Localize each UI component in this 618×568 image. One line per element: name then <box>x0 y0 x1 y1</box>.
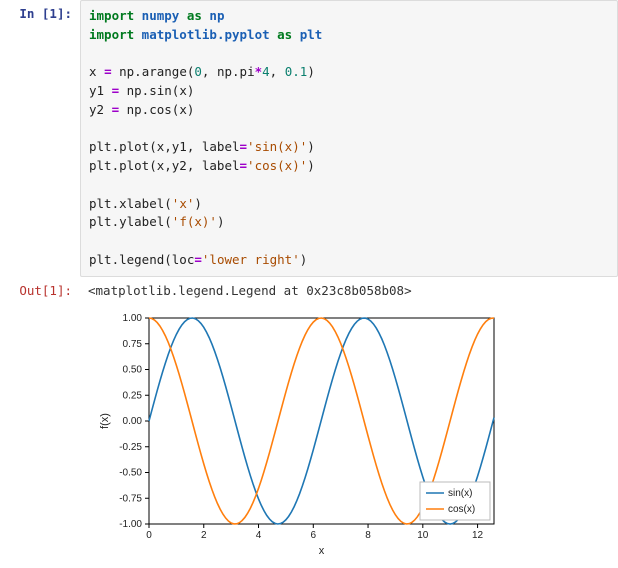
code-token: = <box>194 252 202 267</box>
svg-text:6: 6 <box>311 530 317 541</box>
code-token: as <box>187 8 202 23</box>
code-token: plt.plot(x,y2, label <box>89 158 240 173</box>
svg-text:0.00: 0.00 <box>123 416 143 427</box>
code-token: ) <box>300 252 308 267</box>
code-token: y2 <box>89 102 112 117</box>
code-editor[interactable]: import numpy as np import matplotlib.pyp… <box>80 0 618 277</box>
code-token: ) <box>307 139 315 154</box>
code-token: plt <box>292 27 322 42</box>
code-token: plt.legend(loc <box>89 252 194 267</box>
svg-text:-0.50: -0.50 <box>119 467 142 478</box>
code-token: ) <box>307 64 315 79</box>
code-token: 'sin(x)' <box>247 139 307 154</box>
code-token: = <box>104 64 112 79</box>
code-token: np.arange( <box>112 64 195 79</box>
code-token: 'x' <box>172 196 195 211</box>
svg-text:0.75: 0.75 <box>123 338 143 349</box>
plot-holder: 0 2 4 6 8 10 12 -1.00 -0.75 -0.50 -0.25 0.00 0.25 0.5… <box>80 304 618 568</box>
svg-text:0: 0 <box>146 530 152 541</box>
svg-text:f(x): f(x) <box>99 413 111 429</box>
code-token: = <box>112 102 120 117</box>
output-prompt: Out[1]: <box>0 277 80 304</box>
legend-entry: sin(x) <box>448 488 472 499</box>
output-text: <matplotlib.legend.Legend at 0x23c8b058b… <box>80 277 618 304</box>
code-token: 'cos(x)' <box>247 158 307 173</box>
code-token: , <box>270 64 285 79</box>
code-token: = <box>240 158 248 173</box>
input-cell: In [1]: import numpy as np import matplo… <box>0 0 618 277</box>
code-token: 4 <box>262 64 270 79</box>
svg-text:2: 2 <box>201 530 207 541</box>
code-token: ) <box>307 158 315 173</box>
legend-entry: cos(x) <box>448 504 475 515</box>
code-token: , np.pi <box>202 64 255 79</box>
code-token: import <box>89 8 134 23</box>
code-token: ) <box>217 214 225 229</box>
output-cell: Out[1]: <matplotlib.legend.Legend at 0x2… <box>0 277 618 304</box>
code-token: plt.plot(x,y1, label <box>89 139 240 154</box>
code-token: np.sin(x) <box>119 83 194 98</box>
code-token: import <box>89 27 134 42</box>
svg-text:x: x <box>319 545 325 557</box>
svg-text:12: 12 <box>472 530 484 541</box>
code-token: numpy <box>134 8 187 23</box>
code-token: matplotlib.pyplot <box>134 27 277 42</box>
svg-text:-0.75: -0.75 <box>119 493 142 504</box>
svg-text:10: 10 <box>417 530 429 541</box>
svg-text:-0.25: -0.25 <box>119 441 142 452</box>
code-token: np <box>202 8 225 23</box>
code-token: 'f(x)' <box>172 214 217 229</box>
svg-text:1.00: 1.00 <box>123 313 143 324</box>
code-token: as <box>277 27 292 42</box>
code-token: 0 <box>194 64 202 79</box>
code-token: = <box>112 83 120 98</box>
plot-gutter <box>0 304 80 568</box>
svg-text:4: 4 <box>256 530 262 541</box>
code-token: = <box>240 139 248 154</box>
code-token: y1 <box>89 83 112 98</box>
line-chart: 0 2 4 6 8 10 12 -1.00 -0.75 -0.50 -0.25 0.00 0.25 0.5… <box>94 308 504 558</box>
code-token: x <box>89 64 104 79</box>
code-token: plt.ylabel( <box>89 214 172 229</box>
plot-output: 0 2 4 6 8 10 12 -1.00 -0.75 -0.50 -0.25 0.00 0.25 0.5… <box>0 304 618 568</box>
svg-text:-1.00: -1.00 <box>119 519 142 530</box>
code-token: 0.1 <box>285 64 308 79</box>
svg-text:8: 8 <box>365 530 371 541</box>
code-token: ) <box>194 196 202 211</box>
code-token: plt.xlabel( <box>89 196 172 211</box>
svg-text:0.50: 0.50 <box>123 364 143 375</box>
code-token: * <box>255 64 263 79</box>
code-token: np.cos(x) <box>119 102 194 117</box>
code-token: 'lower right' <box>202 252 300 267</box>
input-prompt: In [1]: <box>0 0 80 277</box>
svg-text:0.25: 0.25 <box>123 390 143 401</box>
